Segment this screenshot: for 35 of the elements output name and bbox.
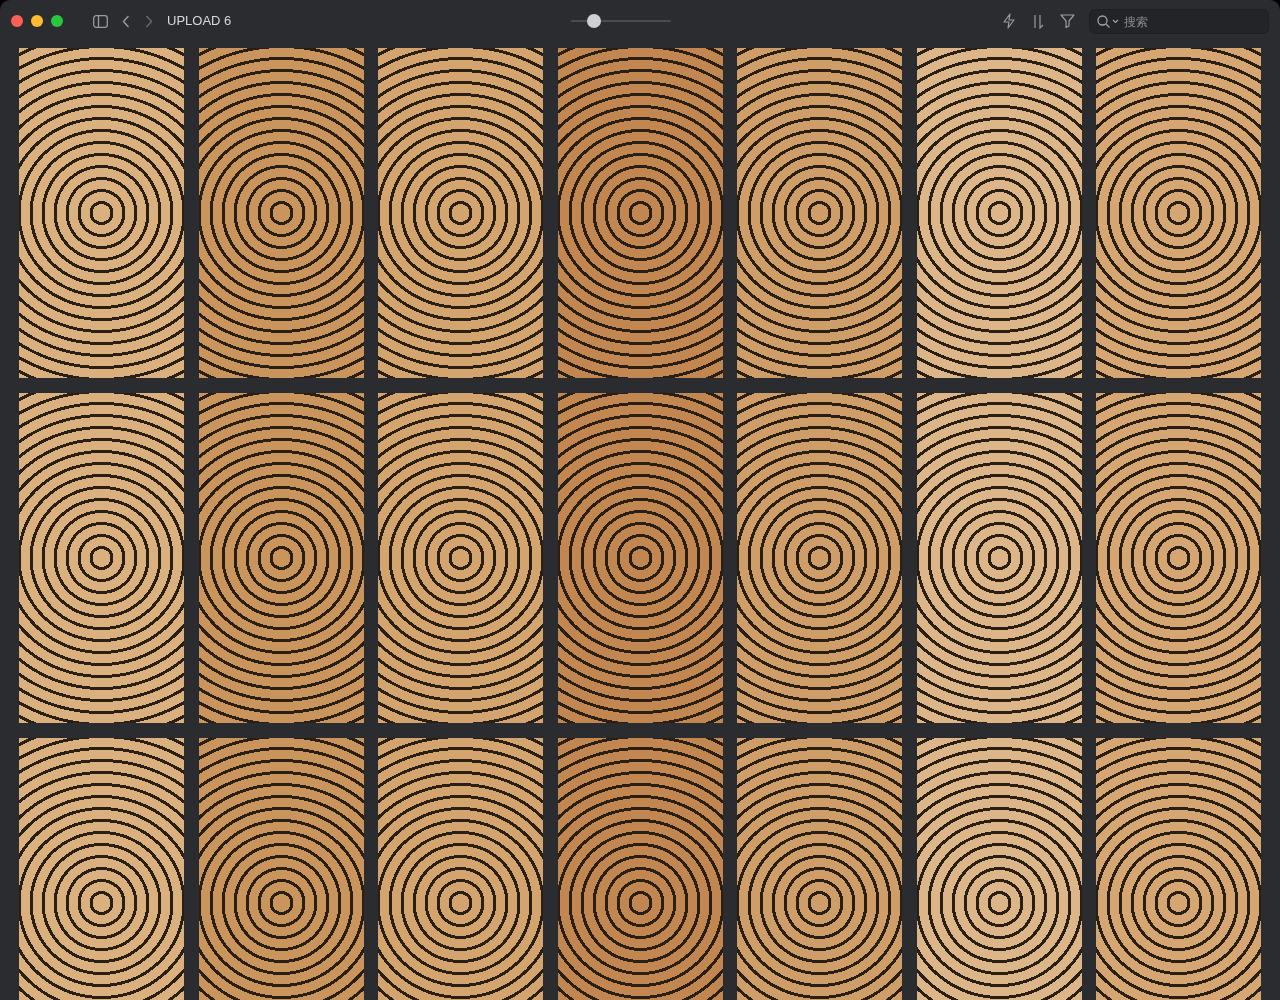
zoom-slider[interactable] (571, 14, 672, 28)
photo-placeholder[interactable] (378, 48, 543, 378)
photo-placeholder[interactable] (19, 738, 184, 1000)
photo-placeholder[interactable] (1096, 738, 1261, 1000)
chevron-down-icon (1112, 18, 1119, 24)
photo-placeholder[interactable] (916, 48, 1082, 378)
search-field[interactable]: 搜索 (1089, 9, 1269, 34)
photo-placeholder[interactable] (916, 738, 1082, 1000)
photo-placeholder[interactable] (198, 738, 364, 1000)
photo-placeholder[interactable] (916, 393, 1082, 723)
search-icon (1097, 14, 1110, 28)
slider-thumb[interactable] (586, 14, 601, 28)
window-title: UPLOAD 6 (167, 12, 232, 31)
filter-icon[interactable] (1060, 14, 1075, 28)
photo-placeholder[interactable] (1096, 48, 1261, 378)
photo-placeholder[interactable] (557, 738, 723, 1000)
close-button[interactable] (11, 15, 23, 27)
photo-placeholder[interactable] (198, 393, 364, 723)
photo-placeholder[interactable] (557, 393, 723, 723)
back-icon[interactable] (122, 14, 130, 28)
photo-placeholder[interactable] (378, 393, 543, 723)
photo-placeholder[interactable] (198, 48, 364, 378)
zoom-button[interactable] (51, 15, 63, 27)
photo-placeholder[interactable] (737, 48, 902, 378)
photo-placeholder[interactable] (737, 393, 902, 723)
forward-icon[interactable] (145, 14, 153, 28)
lightning-icon[interactable] (1002, 13, 1016, 29)
photo-placeholder[interactable] (19, 48, 184, 378)
photo-placeholder[interactable] (737, 738, 902, 1000)
sidebar-toggle-icon[interactable] (93, 14, 108, 28)
photo-placeholder[interactable] (378, 738, 543, 1000)
photo-placeholder[interactable] (1096, 393, 1261, 723)
photo-placeholder[interactable] (557, 48, 723, 378)
photo-placeholder[interactable] (19, 393, 184, 723)
minimize-button[interactable] (31, 15, 43, 27)
